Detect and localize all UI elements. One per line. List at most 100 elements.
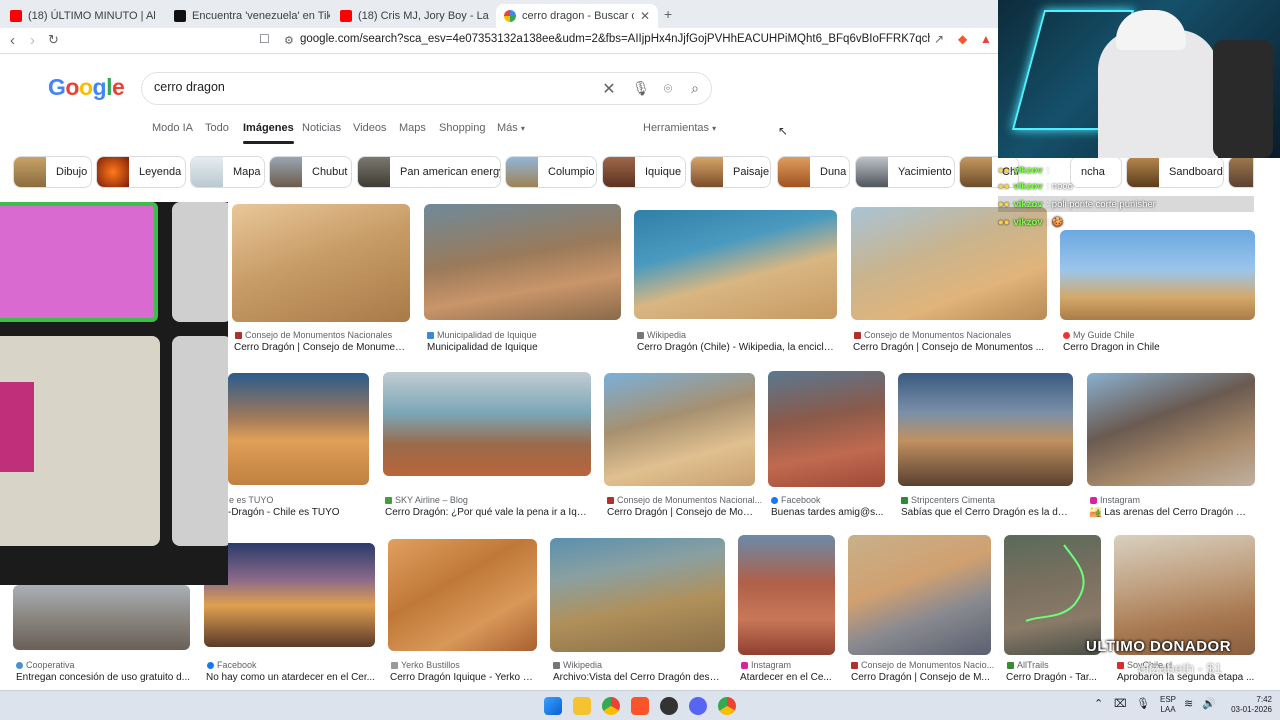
result-source[interactable]: Facebook: [771, 495, 821, 505]
chip-mapa[interactable]: Mapa: [190, 156, 265, 188]
result-image[interactable]: [848, 535, 991, 655]
chip-chubut[interactable]: Chubut: [269, 156, 352, 188]
tab-videos[interactable]: Videos: [353, 122, 386, 134]
result-title[interactable]: No hay como un atardecer en el Cer...: [206, 672, 375, 683]
chip-duna[interactable]: Duna: [777, 156, 850, 188]
result-title[interactable]: Archivo:Vista del Cerro Dragón desd...: [553, 672, 723, 683]
brave-rewards-icon[interactable]: ▲: [980, 32, 992, 46]
forward-icon[interactable]: ›: [30, 32, 35, 49]
close-tab-icon[interactable]: ✕: [640, 9, 650, 23]
result-title[interactable]: Cerro Dragón | Consejo de Mon...: [607, 507, 755, 518]
result-image[interactable]: [1004, 535, 1101, 655]
new-tab-icon[interactable]: +: [664, 6, 672, 22]
result-image[interactable]: [388, 539, 537, 651]
result-title[interactable]: Cerro Dragón | Consejo de Monumentos ...: [853, 342, 1047, 353]
tab-noticias[interactable]: Noticias: [302, 122, 341, 134]
tab-modo-ia[interactable]: Modo IA: [152, 122, 193, 134]
tab-maps[interactable]: Maps: [399, 122, 426, 134]
chip-pan-american-energy[interactable]: Pan american energy: [357, 156, 501, 188]
result-title[interactable]: Cerro Dragón - Tar...: [1006, 672, 1101, 683]
chip-paisaje[interactable]: Paisaje: [690, 156, 771, 188]
result-source[interactable]: Stripcenters Cimenta: [901, 495, 995, 505]
chip-sandboard[interactable]: Sandboard: [1126, 156, 1224, 188]
brave-icon[interactable]: [631, 697, 649, 715]
browser-tab[interactable]: (18) ÚLTIMO MINUTO | Al: [2, 4, 162, 28]
result-title[interactable]: Entregan concesión de uso gratuito d...: [16, 672, 190, 683]
result-title[interactable]: Cerro Dragón | Consejo de M...: [851, 672, 991, 683]
result-image[interactable]: [768, 371, 885, 487]
share-icon[interactable]: ↗: [934, 32, 944, 46]
tab-todo[interactable]: Todo: [205, 122, 229, 134]
result-image[interactable]: [738, 535, 835, 655]
tab-mas[interactable]: Más ▾: [497, 122, 525, 134]
site-info-icon[interactable]: ⚙: [284, 34, 294, 47]
clear-icon[interactable]: ✕: [600, 79, 618, 98]
result-image[interactable]: [13, 585, 190, 650]
result-source[interactable]: Consejo de Monumentos Nacionales: [854, 330, 1011, 340]
result-image[interactable]: [424, 204, 621, 320]
chrome-icon[interactable]: [602, 697, 620, 715]
result-source[interactable]: Instagram: [741, 660, 791, 670]
result-image[interactable]: [604, 373, 755, 486]
result-image[interactable]: [550, 538, 725, 652]
result-title[interactable]: Atardecer en el Ce...: [740, 672, 835, 683]
result-source[interactable]: Consejo de Monumentos Nacionales: [235, 330, 392, 340]
google-logo[interactable]: Google: [48, 74, 125, 101]
result-source[interactable]: Consejo de Monumentos Nacio...: [851, 660, 994, 670]
result-image[interactable]: [634, 210, 837, 319]
result-image[interactable]: [204, 543, 375, 647]
back-icon[interactable]: ‹: [10, 32, 15, 49]
microphone-icon[interactable]: 🎙: [632, 80, 650, 98]
wifi-icon[interactable]: ≋: [1184, 699, 1193, 710]
tab-shopping[interactable]: Shopping: [439, 122, 486, 134]
tray-chevron-icon[interactable]: ⌃: [1094, 699, 1103, 710]
result-source[interactable]: Instagram: [1090, 495, 1140, 505]
result-image[interactable]: [228, 373, 369, 485]
result-source[interactable]: Wikipedia: [637, 330, 686, 340]
volume-icon[interactable]: 🔊: [1202, 699, 1216, 710]
tab-imagenes[interactable]: Imágenes: [243, 122, 294, 144]
result-image[interactable]: [1087, 373, 1255, 486]
windows-start-icon[interactable]: [544, 697, 562, 715]
result-source[interactable]: My Guide Chile: [1063, 330, 1135, 340]
lens-icon[interactable]: ⌾: [659, 80, 677, 98]
result-title[interactable]: Buenas tardes amig@s...: [771, 507, 885, 518]
language-indicator[interactable]: ESP LAA: [1158, 695, 1178, 715]
chip-dibujo[interactable]: Dibujo: [13, 156, 92, 188]
result-source[interactable]: SKY Airline – Blog: [385, 495, 468, 505]
chrome-profile-icon[interactable]: [718, 697, 736, 715]
chip-yacimiento[interactable]: Yacimiento: [855, 156, 955, 188]
browser-tab[interactable]: (18) Cris MJ, Jory Boy - La Suburban: [332, 4, 492, 28]
network-icon[interactable]: ⌧: [1114, 699, 1127, 710]
chip-iquique[interactable]: Iquique: [602, 156, 686, 188]
discord-icon[interactable]: [689, 697, 707, 715]
result-title[interactable]: Cerro Dragón Iquique - Yerko B...: [390, 672, 535, 683]
browser-tab[interactable]: Encuentra 'venezuela' en TikTok | Bus: [166, 4, 330, 28]
brave-shield-icon[interactable]: ◆: [958, 32, 967, 46]
result-image[interactable]: [1114, 535, 1255, 655]
result-image[interactable]: [383, 372, 591, 476]
chip-ncha[interactable]: ncha: [1070, 156, 1122, 188]
result-source[interactable]: Consejo de Monumentos Nacional...: [607, 495, 762, 505]
result-source[interactable]: Yerko Bustillos: [391, 660, 460, 670]
result-title[interactable]: Cerro Dragón | Consejo de Monument...: [234, 342, 410, 353]
result-title[interactable]: Municipalidad de Iquique: [427, 342, 621, 353]
obs-icon[interactable]: [660, 697, 678, 715]
search-box[interactable]: ✕ 🎙 ⌾ ⌕: [141, 72, 712, 105]
result-source[interactable]: Cooperativa: [16, 660, 75, 670]
file-explorer-icon[interactable]: [573, 697, 591, 715]
result-title[interactable]: -Dragón - Chile es TUYO: [228, 507, 369, 518]
chip-more[interactable]: [1228, 156, 1254, 188]
result-source[interactable]: AllTrails: [1007, 660, 1049, 670]
result-image[interactable]: [898, 373, 1073, 486]
chip-leyenda[interactable]: Leyenda: [96, 156, 186, 188]
result-title[interactable]: Sabías que el Cerro Dragón es la du...: [901, 507, 1071, 518]
result-title[interactable]: Cerro Dragón: ¿Por qué vale la pena ir a…: [385, 507, 589, 518]
result-source[interactable]: Wikipedia: [553, 660, 602, 670]
result-title[interactable]: 🏜️ Las arenas del Cerro Dragón 🏂 ...: [1089, 507, 1255, 518]
url-field[interactable]: google.com/search?sca_esv=4e07353132a138…: [300, 33, 930, 51]
reload-icon[interactable]: ↻: [48, 32, 59, 48]
result-source[interactable]: Municipalidad de Iquique: [427, 330, 537, 340]
result-source[interactable]: Facebook: [207, 660, 257, 670]
tools-button[interactable]: Herramientas ▾: [643, 122, 716, 134]
